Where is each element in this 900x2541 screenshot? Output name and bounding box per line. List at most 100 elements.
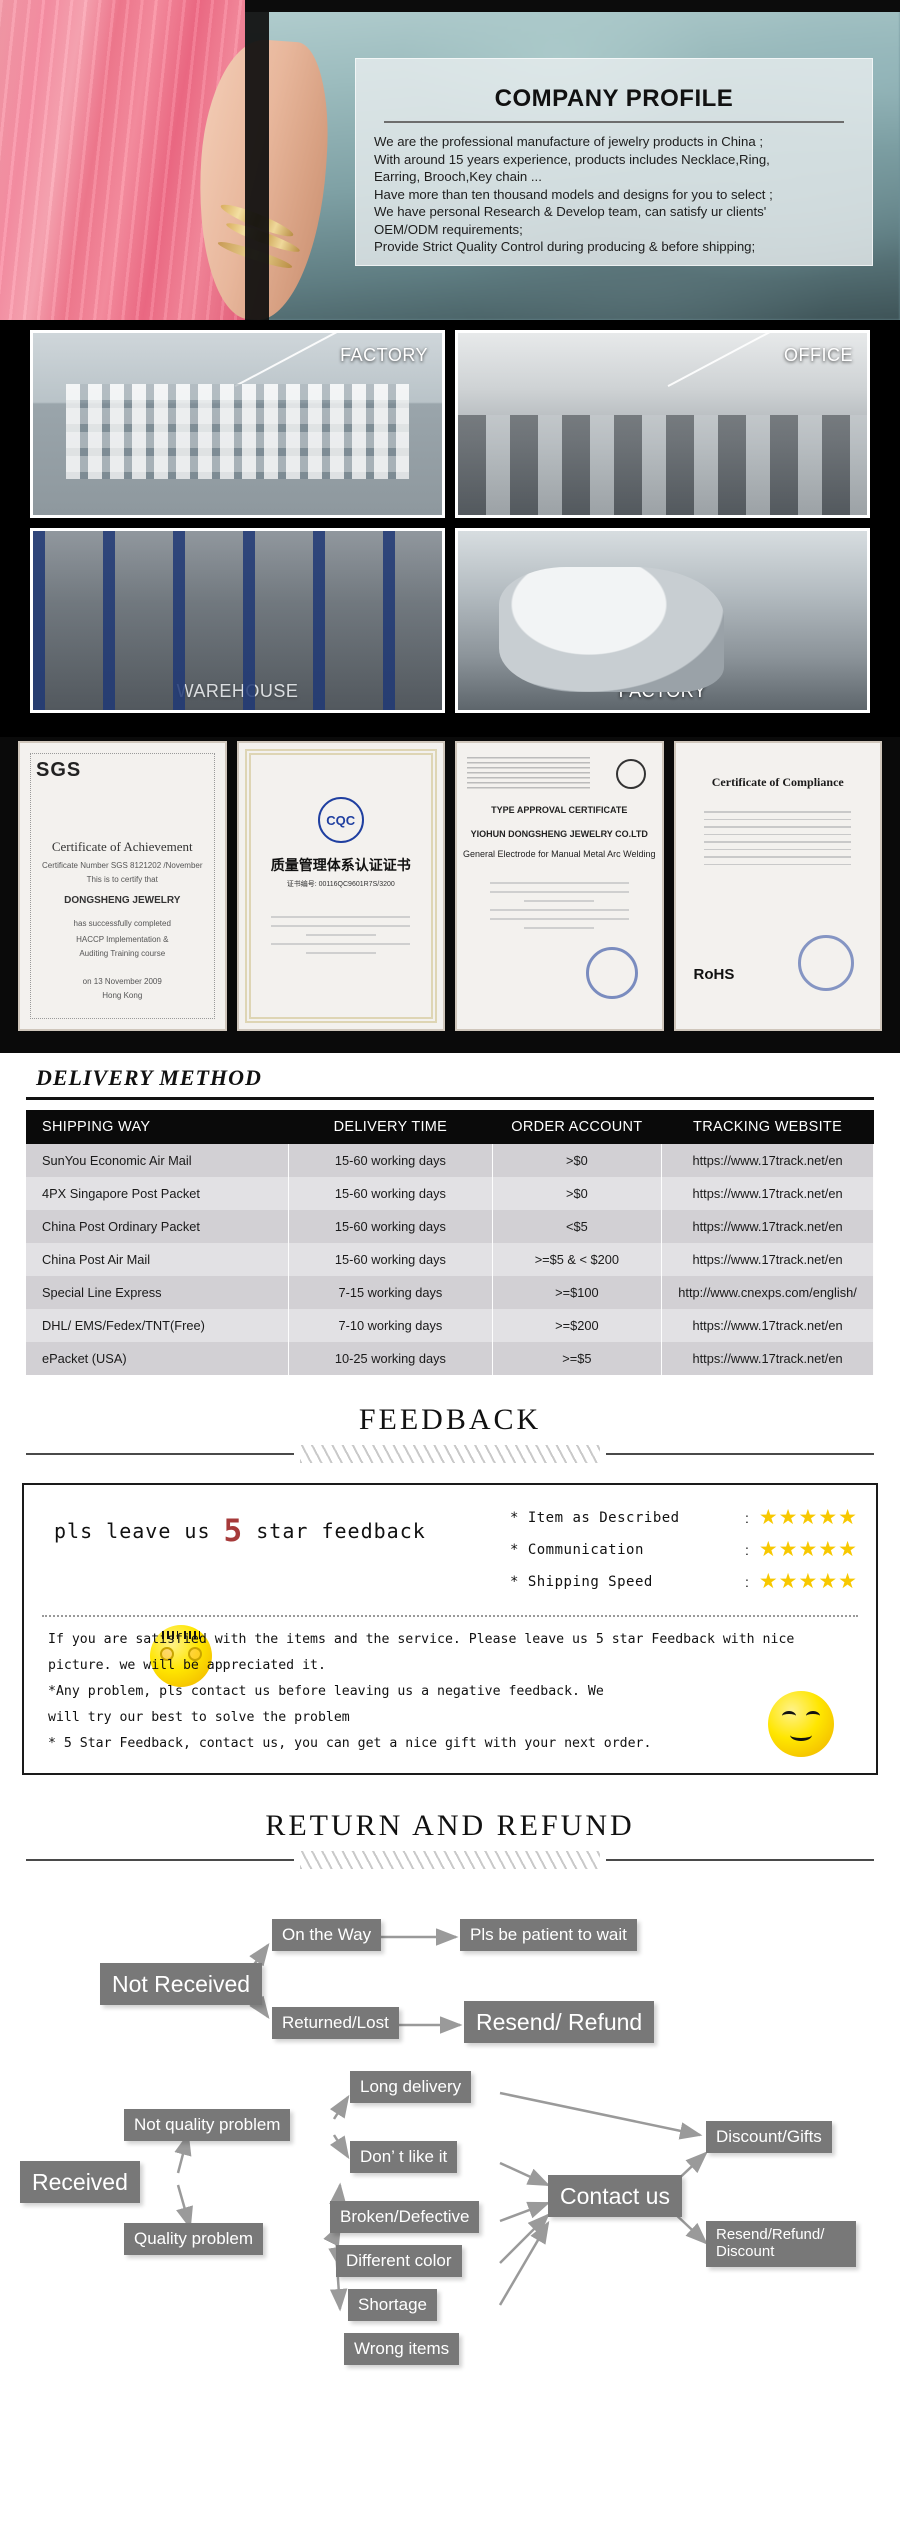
feedback-body: If you are satisfied with the items and … <box>42 1623 858 1759</box>
flow-node-on-the-way[interactable]: On the Way <box>272 1919 382 1951</box>
deco-hatch <box>300 1851 600 1869</box>
cell-order-account: >=$100 <box>492 1276 663 1309</box>
cell-tracking-website[interactable]: http://www.cnexps.com/english/ <box>661 1276 874 1309</box>
flow-node-not-received[interactable]: Not Received <box>100 1963 263 2006</box>
flow-node-dont-like-it[interactable]: Don’ t like it <box>350 2141 458 2173</box>
flow-node-resend-refund-discount[interactable]: Resend/Refund/ Discount <box>706 2221 856 2267</box>
profile-line: Have more than ten thousand models and d… <box>374 186 773 202</box>
cell-shipping-way: ePacket (USA) <box>26 1342 290 1375</box>
feedback-box: pls leave us 5 star feedback * Item as D… <box>22 1483 878 1775</box>
flow-node-not-quality-problem[interactable]: Not quality problem <box>124 2109 291 2141</box>
cell-order-account: >=$5 & < $200 <box>492 1243 663 1276</box>
cell-order-account: >=$200 <box>492 1309 663 1342</box>
flow-node-received[interactable]: Received <box>20 2161 140 2204</box>
deco-line-right <box>606 1859 874 1861</box>
rating-colon: : <box>744 1541 749 1558</box>
feedback-line: If you are satisfied with the items and … <box>48 1632 795 1647</box>
feedback-line: *Any problem, pls contact us before leav… <box>48 1684 604 1699</box>
cell-delivery-time: 15-60 working days <box>288 1144 493 1177</box>
rating-row-shipping-speed: * Shipping Speed : ★★★★★ <box>510 1571 858 1592</box>
return-refund-flowchart: Not Received On the Way Pls be patient t… <box>0 1885 900 2405</box>
feedback-section: pls leave us 5 star feedback * Item as D… <box>0 1479 900 1781</box>
flow-node-wrong-items[interactable]: Wrong items <box>344 2333 460 2365</box>
cert-place: Hong Kong <box>102 991 143 1000</box>
certificate-sgs: SGS Certificate of Achievement Certifica… <box>18 741 227 1031</box>
return-heading-block: RETURN AND REFUND <box>0 1781 900 1885</box>
flow-node-contact-us[interactable]: Contact us <box>548 2175 682 2218</box>
cell-order-account: >$0 <box>492 1144 663 1177</box>
flow-node-resend-refund[interactable]: Resend/ Refund <box>464 2001 655 2044</box>
cell-tracking-website[interactable]: https://www.17track.net/en <box>661 1243 874 1276</box>
cert-number: Certificate Number SGS 8121202 /November <box>41 861 203 870</box>
col-shipping-way: SHIPPING WAY <box>26 1110 289 1144</box>
cell-order-account: <$5 <box>492 1210 663 1243</box>
photo-label-factory: FACTORY <box>340 345 428 365</box>
cert4-stamp <box>798 935 854 991</box>
cert4-title: Certificate of Compliance <box>711 775 844 789</box>
feedback-line: * 5 Star Feedback, contact us, you can g… <box>48 1736 652 1751</box>
five-star-icon: ★★★★★ <box>758 1506 858 1529</box>
deco-line-right <box>606 1453 874 1455</box>
cell-order-account: >$0 <box>492 1177 663 1210</box>
slogan-five: 5 <box>223 1513 244 1549</box>
cell-shipping-way: China Post Ordinary Packet <box>26 1210 290 1243</box>
sgs-logo: SGS <box>36 759 82 781</box>
col-tracking-website: TRACKING WEBSITE <box>661 1110 874 1144</box>
hero-divider-bar <box>245 0 269 320</box>
feedback-line: will try our best to solve the problem <box>48 1710 350 1725</box>
delivery-method-section: DELIVERY METHOD SHIPPING WAY DELIVERY TI… <box>0 1053 900 1375</box>
cert3-header-lines <box>467 757 590 789</box>
cell-tracking-website[interactable]: https://www.17track.net/en <box>661 1342 874 1375</box>
rating-label: * Shipping Speed <box>509 1573 653 1590</box>
feedback-slogan: pls leave us 5 star feedback <box>42 1501 426 1549</box>
return-heading-decoration <box>0 1849 900 1875</box>
certificates-row: SGS Certificate of Achievement Certifica… <box>0 737 900 1053</box>
slogan-post: star feedback <box>243 1519 426 1543</box>
cqc-text-lines <box>271 909 411 961</box>
company-profile-body: We are the professional manufacture of j… <box>374 133 854 256</box>
flow-node-pls-be-patient[interactable]: Pls be patient to wait <box>460 1919 637 1951</box>
table-row: Special Line Express 7-15 working days >… <box>26 1276 874 1309</box>
flow-node-long-delivery[interactable]: Long delivery <box>350 2071 472 2103</box>
flow-node-different-color[interactable]: Different color <box>336 2245 462 2277</box>
cell-delivery-time: 7-10 working days <box>288 1309 493 1342</box>
cert3-product: General Electrode for Manual Metal Arc W… <box>463 849 656 859</box>
flow-node-discount-gifts[interactable]: Discount/Gifts <box>706 2121 832 2153</box>
cell-tracking-website[interactable]: https://www.17track.net/en <box>661 1177 874 1210</box>
table-row: DHL/ EMS/Fedex/TNT(Free) 7-10 working da… <box>26 1309 874 1342</box>
rating-label: * Communication <box>509 1541 644 1558</box>
flow-node-shortage[interactable]: Shortage <box>348 2289 437 2321</box>
rating-label: * Item as Described <box>509 1509 680 1526</box>
profile-line: Provide Strict Quality Control during pr… <box>374 239 756 254</box>
feedback-heading: FEEDBACK <box>358 1403 542 1436</box>
flow-node-broken-defective[interactable]: Broken/Defective <box>330 2201 480 2233</box>
certificate-compliance: Certificate of Compliance RoHS <box>673 741 882 1031</box>
profile-line: OEM/ODM requirements; <box>374 221 523 237</box>
cell-tracking-website[interactable]: https://www.17track.net/en <box>661 1210 874 1243</box>
cell-tracking-website[interactable]: https://www.17track.net/en <box>661 1144 874 1177</box>
flow-node-quality-problem[interactable]: Quality problem <box>124 2223 264 2255</box>
certificate-cqc: CQC 质量管理体系认证证书 证书编号: 00116QC9601R7S/3200 <box>236 741 445 1031</box>
cert3-text-lines <box>489 875 629 936</box>
cert-detail-3: Auditing Training course <box>79 949 166 958</box>
cert3-seal <box>585 947 638 999</box>
photo-factory-worker: FACTORY <box>455 528 870 713</box>
photo-row-top: FACTORY OFFICE <box>30 330 870 518</box>
col-delivery-time: DELIVERY TIME <box>288 1110 493 1144</box>
photo-label-factory2: FACTORY <box>618 681 707 701</box>
table-header-row: SHIPPING WAY DELIVERY TIME ORDER ACCOUNT… <box>26 1110 874 1144</box>
hero-banner: COMPANY PROFILE We are the professional … <box>0 0 900 320</box>
company-profile-card: COMPANY PROFILE We are the professional … <box>355 58 873 266</box>
cert3-title: TYPE APPROVAL CERTIFICATE <box>491 805 628 815</box>
deco-line-left <box>26 1859 294 1861</box>
table-row: 4PX Singapore Post Packet 15-60 working … <box>26 1177 874 1210</box>
page-bottom-padding <box>0 2405 900 2421</box>
rating-row-item-as-described: * Item as Described : ★★★★★ <box>510 1507 858 1528</box>
five-star-icon: ★★★★★ <box>758 1538 858 1561</box>
table-row: China Post Ordinary Packet 15-60 working… <box>26 1210 874 1243</box>
product-description-page: COMPANY PROFILE We are the professional … <box>0 0 900 2421</box>
flow-node-returned-lost[interactable]: Returned/Lost <box>272 2007 399 2039</box>
table-row: China Post Air Mail 15-60 working days >… <box>26 1243 874 1276</box>
cell-tracking-website[interactable]: https://www.17track.net/en <box>661 1309 874 1342</box>
office-label-line <box>667 333 775 388</box>
